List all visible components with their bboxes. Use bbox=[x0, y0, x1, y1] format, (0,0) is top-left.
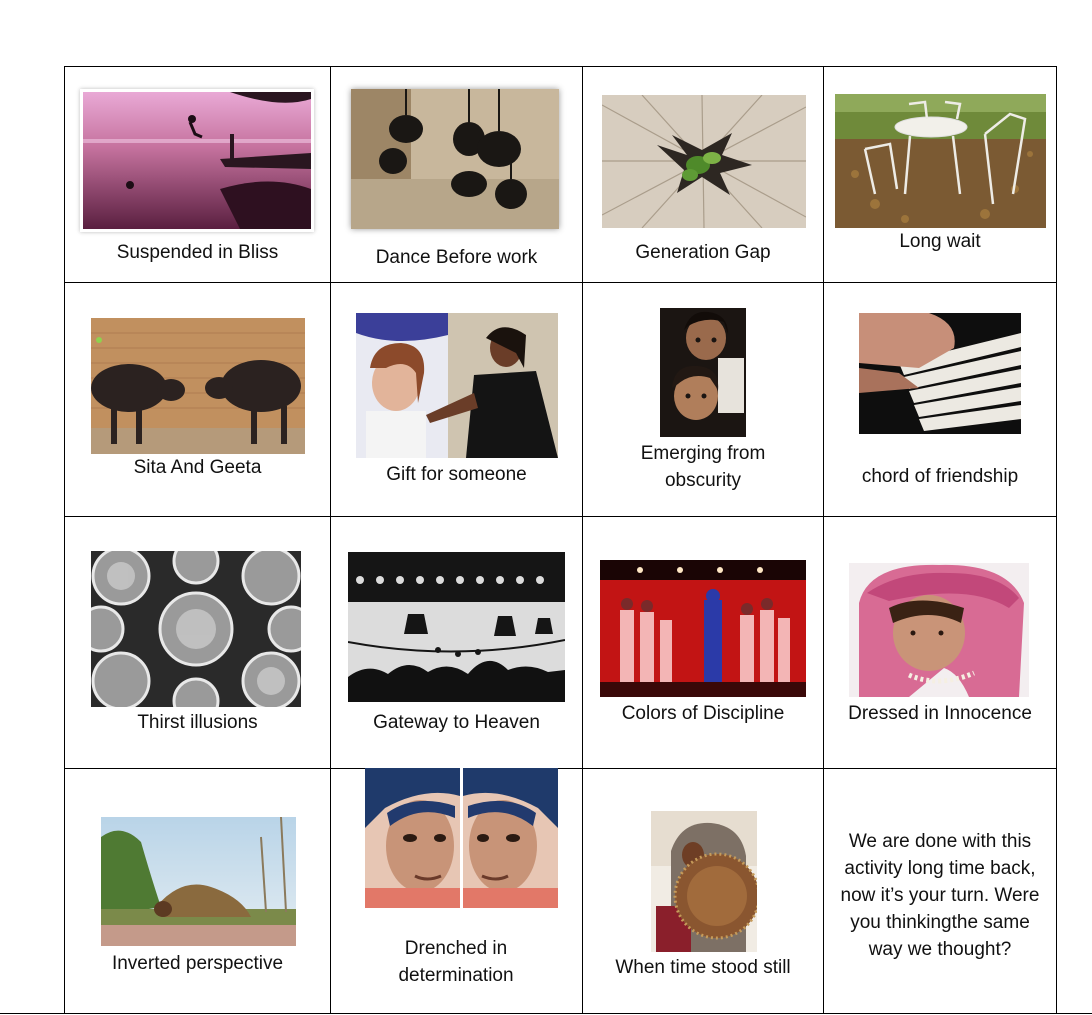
piano-keys-photo bbox=[859, 313, 1021, 434]
girl-with-poster-photo bbox=[356, 313, 558, 458]
cell-caption: Emerging from obscurity bbox=[640, 443, 766, 491]
cell-caption: Generation Gap bbox=[635, 242, 771, 263]
closing-note: We are done with this activity long time… bbox=[840, 831, 1040, 960]
cell-caption: Inverted perspective bbox=[111, 953, 284, 974]
table-border bbox=[64, 66, 65, 1014]
table-border bbox=[823, 66, 824, 1014]
children-portrait-photo bbox=[660, 308, 746, 437]
table-border bbox=[64, 768, 1057, 769]
temple-bells-photo bbox=[348, 552, 565, 702]
table-border bbox=[0, 1013, 1092, 1014]
glasses-photo bbox=[91, 551, 301, 707]
lake-jump-photo bbox=[80, 89, 314, 232]
cell-caption: Colors of Discipline bbox=[621, 703, 785, 724]
cell-caption: Thirst illusions bbox=[137, 712, 258, 733]
pink-veil-girl-photo bbox=[849, 563, 1029, 697]
table-border bbox=[330, 66, 331, 1014]
buffaloes-photo bbox=[91, 318, 305, 454]
garden-chairs-photo bbox=[835, 94, 1046, 228]
mirrored-face-photo bbox=[365, 768, 558, 908]
cell-caption: Long wait bbox=[899, 231, 981, 252]
cell-caption: Sita And Geeta bbox=[133, 457, 262, 478]
table-border bbox=[582, 66, 583, 1014]
tree-stump-sprout-photo bbox=[602, 95, 806, 228]
table-border bbox=[64, 282, 1057, 283]
man-with-wheel-photo bbox=[651, 811, 757, 952]
cell-caption: When time stood still bbox=[615, 957, 791, 978]
stage-performers-photo bbox=[600, 560, 806, 697]
hanging-kettles-photo bbox=[351, 89, 559, 229]
cell-caption: Dressed in Innocence bbox=[848, 703, 1032, 724]
cell-caption: chord of friendship bbox=[861, 466, 1019, 487]
cell-caption: Gateway to Heaven bbox=[373, 712, 540, 733]
cell-caption: Suspended in Bliss bbox=[116, 242, 279, 263]
table-border bbox=[1056, 66, 1057, 1014]
cell-caption: Dance Before work bbox=[375, 247, 538, 268]
ground-pose-photo bbox=[101, 817, 296, 946]
cell-caption: Drenched in determination bbox=[398, 938, 514, 986]
table-border bbox=[64, 516, 1057, 517]
photo-grid-table: Suspended in Bliss Dance Before work Gen… bbox=[0, 0, 1092, 1015]
table-border bbox=[64, 66, 1057, 67]
cell-caption: Gift for someone bbox=[386, 464, 527, 485]
